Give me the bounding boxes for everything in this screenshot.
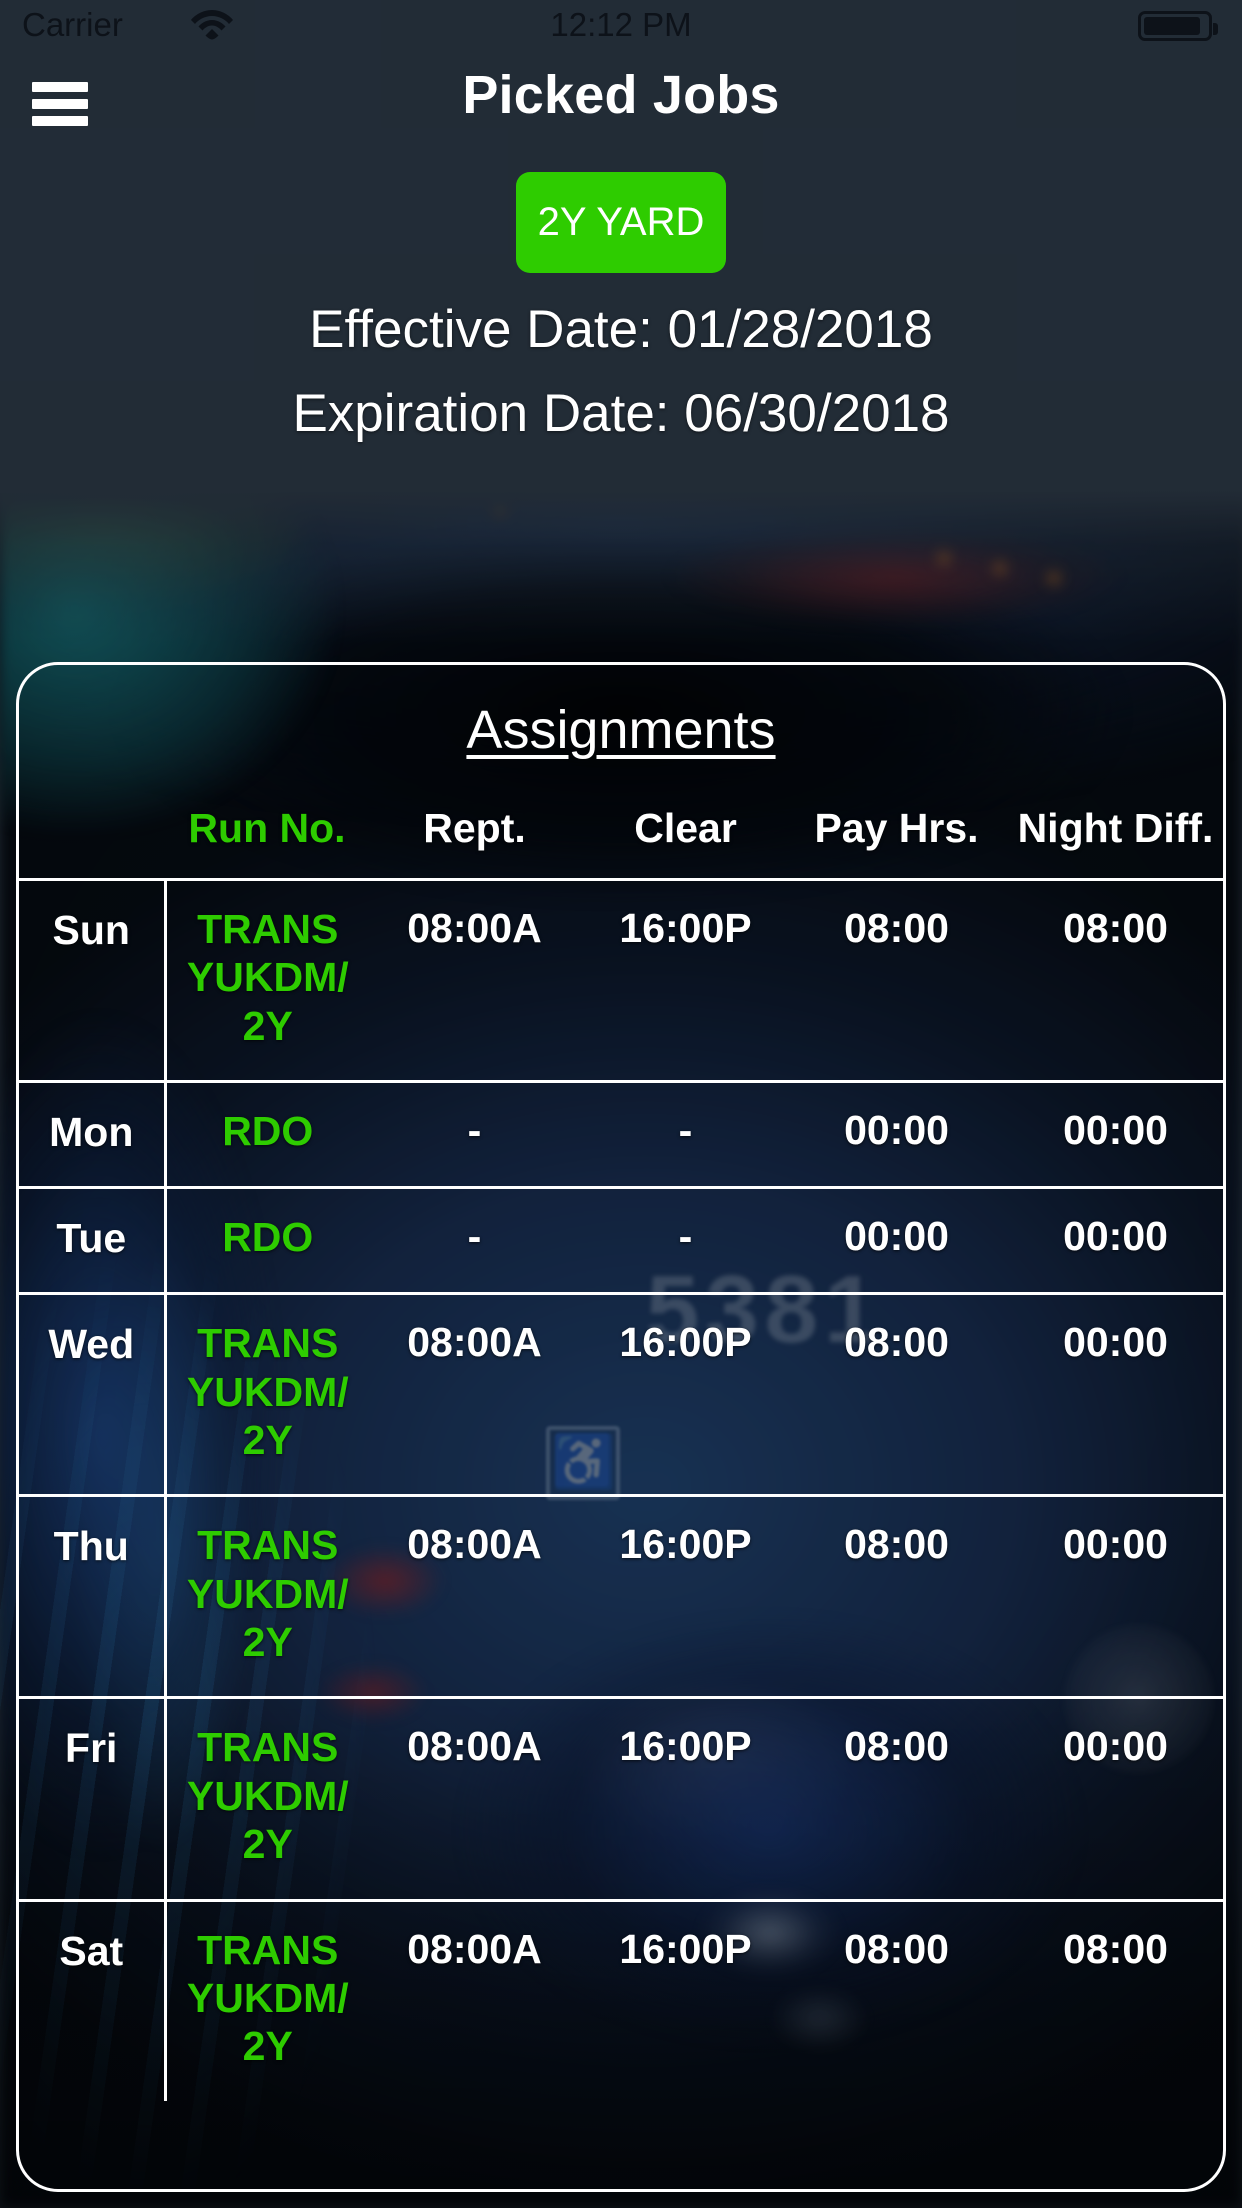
cell-run: TRANS YUKDM/ 2Y <box>186 1926 349 2070</box>
cell-pay_hrs: 00:00 <box>844 1107 949 1154</box>
battery-icon <box>1138 11 1218 41</box>
cell-rept: 08:00A <box>407 905 542 951</box>
battery-fill <box>1144 17 1200 35</box>
cell-rept: - <box>467 1107 482 1154</box>
table-row[interactable]: Mon RDO - - 00:00 00:00 <box>19 1081 1223 1188</box>
cell-clear: - <box>678 1213 693 1260</box>
cell-day: Sun <box>19 879 167 1082</box>
cell-day: Thu <box>19 1495 167 1698</box>
cell-run: TRANS YUKDM/ 2Y <box>186 906 349 1049</box>
cell-clear: 16:00P <box>619 1925 752 1972</box>
cell-day: Wed <box>19 1293 167 1496</box>
cell-run: RDO <box>222 1108 314 1155</box>
cell-pay_hrs: 08:00 <box>844 1925 949 1972</box>
cell-rept: - <box>467 1213 482 1260</box>
table-row[interactable]: Sun TRANS YUKDM/ 2Y 08:00A 16:00P 08:00 08:00 <box>19 879 1223 1082</box>
cell-night_diff: 00:00 <box>1063 1319 1168 1366</box>
cell-clear: - <box>678 1107 693 1154</box>
cell-day: Tue <box>19 1187 167 1294</box>
column-header-night-diff: Night Diff. <box>1017 805 1214 851</box>
table-row[interactable]: Fri TRANS YUKDM/ 2Y 08:00A 16:00P 08:00 00:00 <box>19 1697 1223 1900</box>
effective-date-label: Effective Date: 01/28/2018 <box>309 300 933 359</box>
cell-run: TRANS YUKDM/ 2Y <box>186 1724 349 1868</box>
cell-pay_hrs: 08:00 <box>844 1521 949 1568</box>
cell-rept: 08:00A <box>407 1521 542 1568</box>
page-title: Picked Jobs <box>462 65 780 125</box>
cell-pay_hrs: 08:00 <box>844 905 949 951</box>
table-row[interactable]: Tue RDO - - 00:00 00:00 <box>19 1187 1223 1294</box>
status-bar: Carrier 12:12 PM <box>0 0 1242 50</box>
table-header-row: Run No. Rept. Clear Pay Hrs. Night Diff. <box>19 783 1223 880</box>
yard-button[interactable]: 2Y YARD <box>516 172 726 273</box>
column-header-rept: Rept. <box>423 805 526 851</box>
cell-clear: 16:00P <box>619 1319 752 1366</box>
cell-pay_hrs: 08:00 <box>844 1723 949 1770</box>
table-row[interactable]: Sat TRANS YUKDM/ 2Y 08:00A 16:00P 08:00 08:00 <box>19 1900 1223 2101</box>
table-row[interactable]: Thu TRANS YUKDM/ 2Y 08:00A 16:00P 08:00 00:00 <box>19 1495 1223 1698</box>
assignments-table-head: Run No. Rept. Clear Pay Hrs. Night Diff. <box>19 783 1223 880</box>
assignments-table: Run No. Rept. Clear Pay Hrs. Night Diff.… <box>19 783 1223 2101</box>
cell-day: Sat <box>19 1900 167 2101</box>
cell-run: TRANS YUKDM/ 2Y <box>186 1522 349 1665</box>
assignments-card: Assignments Run No. Rept. Clear Pay Hrs.… <box>16 662 1226 2192</box>
status-bar-clock: 12:12 PM <box>550 6 692 43</box>
cell-day: Mon <box>19 1081 167 1188</box>
cell-clear: 16:00P <box>619 1521 752 1568</box>
cell-rept: 08:00A <box>407 1319 542 1366</box>
navigation-bar: Picked Jobs <box>0 60 1242 160</box>
cell-night_diff: 00:00 <box>1063 1521 1168 1568</box>
column-header-run-no: Run No. <box>188 805 346 851</box>
cell-night_diff: 00:00 <box>1063 1107 1168 1154</box>
column-header-day <box>19 783 165 880</box>
column-header-pay-hrs: Pay Hrs. <box>814 805 979 851</box>
cell-night_diff: 00:00 <box>1063 1723 1168 1770</box>
column-header-clear: Clear <box>634 805 737 851</box>
cell-night_diff: 08:00 <box>1063 1925 1168 1972</box>
cell-rept: 08:00A <box>407 1723 542 1770</box>
cell-rept: 08:00A <box>407 1925 542 1972</box>
cell-night_diff: 08:00 <box>1063 905 1168 951</box>
app-screen: 5381 Carrier 12:12 PM Picked Jobs 2Y YAR… <box>0 0 1242 2208</box>
cell-clear: 16:00P <box>619 905 752 951</box>
table-row[interactable]: Wed TRANS YUKDM/ 2Y 08:00A 16:00P 08:00 00:00 <box>19 1293 1223 1496</box>
cell-run: TRANS YUKDM/ 2Y <box>186 1320 349 1463</box>
assignments-table-body: Sun TRANS YUKDM/ 2Y 08:00A 16:00P 08:00 08:00… <box>19 879 1223 2101</box>
cell-day: Fri <box>19 1697 167 1900</box>
cell-pay_hrs: 08:00 <box>844 1319 949 1366</box>
expiration-date-label: Expiration Date: 06/30/2018 <box>292 384 950 443</box>
cell-night_diff: 00:00 <box>1063 1213 1168 1260</box>
assignments-title: Assignments <box>466 700 776 760</box>
cell-pay_hrs: 00:00 <box>844 1213 949 1260</box>
cell-run: RDO <box>222 1214 314 1261</box>
cell-clear: 16:00P <box>619 1723 752 1770</box>
